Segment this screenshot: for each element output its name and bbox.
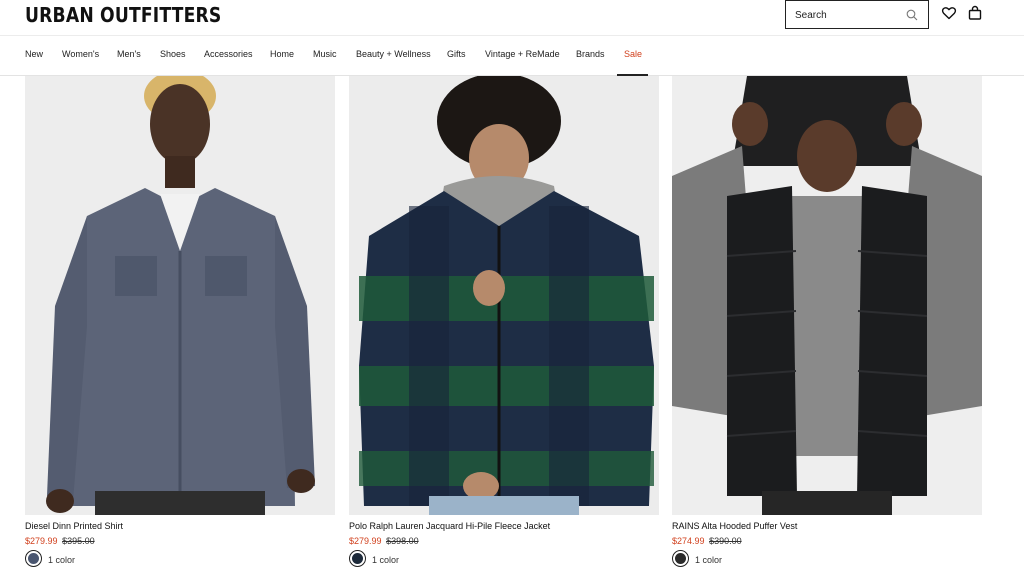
product-name[interactable]: Polo Ralph Lauren Jacquard Hi-Pile Fleec… — [349, 521, 550, 531]
search-input[interactable] — [795, 8, 905, 22]
color-swatch-fill — [352, 553, 363, 564]
nav-item-home[interactable]: Home — [270, 49, 294, 59]
site-logo[interactable]: URBAN OUTFITTERS — [25, 3, 221, 27]
color-count: 1 color — [372, 555, 400, 565]
nav-item-brands[interactable]: Brands — [576, 49, 605, 59]
product-image[interactable] — [672, 76, 982, 515]
product-photo-jacket — [349, 76, 659, 515]
heart-icon[interactable] — [941, 5, 957, 21]
product-price: $279.99 $398.00 — [349, 536, 419, 546]
product-image[interactable] — [25, 76, 335, 515]
original-price: $390.00 — [709, 536, 742, 546]
main-nav: New Women's Men's Shoes Accessories Home… — [0, 35, 1024, 76]
search-box[interactable] — [785, 0, 929, 29]
product-name[interactable]: RAINS Alta Hooded Puffer Vest — [672, 521, 797, 531]
nav-item-sale[interactable]: Sale — [624, 49, 642, 59]
product-photo-vest — [672, 76, 982, 515]
color-swatch[interactable] — [349, 550, 366, 567]
nav-item-music[interactable]: Music — [313, 49, 337, 59]
nav-item-gifts[interactable]: Gifts — [447, 49, 466, 59]
product-image[interactable] — [349, 76, 659, 515]
color-swatch[interactable] — [25, 550, 42, 567]
sale-price: $279.99 — [25, 536, 58, 546]
color-count: 1 color — [695, 555, 723, 565]
site-header: URBAN OUTFITTERS — [0, 0, 1024, 35]
nav-item-beauty[interactable]: Beauty + Wellness — [356, 49, 431, 59]
color-swatch-fill — [675, 553, 686, 564]
product-photo-shirt — [25, 76, 335, 515]
sale-price: $279.99 — [349, 536, 382, 546]
nav-item-shoes[interactable]: Shoes — [160, 49, 186, 59]
bag-icon[interactable] — [967, 5, 983, 21]
product-price: $274.99 $390.00 — [672, 536, 742, 546]
nav-item-new[interactable]: New — [25, 49, 43, 59]
color-swatch[interactable] — [672, 550, 689, 567]
color-swatch-fill — [28, 553, 39, 564]
nav-item-vintage[interactable]: Vintage + ReMade — [485, 49, 560, 59]
original-price: $398.00 — [386, 536, 419, 546]
color-count: 1 color — [48, 555, 76, 565]
nav-item-accessories[interactable]: Accessories — [204, 49, 253, 59]
sale-price: $274.99 — [672, 536, 705, 546]
product-name[interactable]: Diesel Dinn Printed Shirt — [25, 521, 123, 531]
product-price: $279.99 $395.00 — [25, 536, 95, 546]
search-icon[interactable] — [906, 9, 918, 21]
nav-item-mens[interactable]: Men's — [117, 49, 141, 59]
nav-item-womens[interactable]: Women's — [62, 49, 99, 59]
original-price: $395.00 — [62, 536, 95, 546]
